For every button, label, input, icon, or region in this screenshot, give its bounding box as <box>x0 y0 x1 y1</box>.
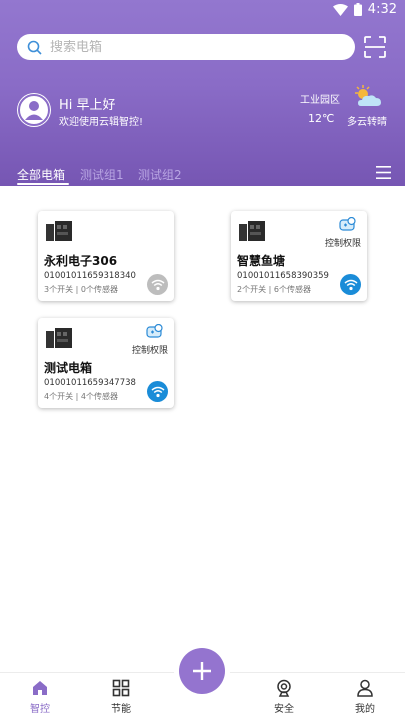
tab-test-group-2[interactable]: 测试组2 <box>138 166 182 183</box>
wifi-online-icon <box>340 274 361 295</box>
wifi-online-icon <box>147 381 168 402</box>
scan-icon[interactable] <box>363 35 387 59</box>
search-input[interactable] <box>50 39 310 55</box>
menu-icon[interactable] <box>376 166 391 179</box>
nav-item-energy[interactable]: 节能 <box>96 679 146 715</box>
device-name: 智慧鱼塘 <box>237 254 286 268</box>
greeting-text: Hi 早上好 <box>59 98 116 113</box>
grid-icon <box>112 679 130 697</box>
device-meta: 4个开关 | 4个传感器 <box>44 392 118 401</box>
nav-item-security[interactable]: 安全 <box>259 679 309 715</box>
nav-item-profile[interactable]: 我的 <box>340 679 390 715</box>
search-icon <box>27 40 42 55</box>
header-banner: 4:32 Hi 早上好 欢迎使用云辑智控! 工业园区 12℃ 多云转晴 全部电箱… <box>0 0 405 186</box>
user-icon <box>357 679 373 697</box>
search-bar[interactable] <box>17 34 355 60</box>
camera-icon <box>277 679 291 697</box>
nav-item-smart-control[interactable]: 智控 <box>15 679 65 715</box>
device-meta: 3个开关 | 0个传感器 <box>44 285 118 294</box>
permission-label: 控制权限 <box>131 346 168 356</box>
welcome-text: 欢迎使用云辑智控! <box>59 117 144 128</box>
device-name: 测试电箱 <box>44 361 93 375</box>
tab-all[interactable]: 全部电箱 <box>17 166 65 183</box>
temperature: 12℃ <box>308 112 335 125</box>
weather-condition: 多云转晴 <box>347 117 387 128</box>
nav-label: 安全 <box>274 704 294 715</box>
device-card[interactable]: 控制权限 测试电箱 010010116593477​38 4个开关 | 4个传感… <box>38 318 174 408</box>
permission-label: 控制权限 <box>324 239 361 249</box>
device-card[interactable]: 永利电子306 010010116593183​40 3个开关 | 0个传感器 <box>38 211 174 301</box>
permission-icon <box>339 217 356 231</box>
partly-cloudy-icon <box>355 85 381 106</box>
status-bar: 4:32 <box>0 0 405 22</box>
electric-box-icon <box>239 221 265 241</box>
plus-icon <box>193 662 211 680</box>
device-meta: 2个开关 | 6个传感器 <box>237 285 311 294</box>
electric-box-icon <box>46 221 72 241</box>
home-icon <box>33 681 47 695</box>
weather-location: 工业园区 <box>300 95 340 106</box>
add-device-button[interactable] <box>179 648 225 694</box>
nav-label: 节能 <box>111 704 131 715</box>
permission-icon <box>146 324 163 338</box>
device-card[interactable]: 控制权限 智慧鱼塘 010010116583903​59 2个开关 | 6个传感… <box>231 211 367 301</box>
nav-label: 我的 <box>355 704 375 715</box>
device-code: 010010116593183​40 <box>44 271 136 281</box>
wifi-icon <box>332 3 348 16</box>
tab-test-group-1[interactable]: 测试组1 <box>80 166 124 183</box>
active-tab-indicator <box>17 183 69 185</box>
battery-icon <box>353 3 362 16</box>
group-tabs: 全部电箱 测试组1 测试组2 <box>0 164 405 186</box>
electric-box-icon <box>46 328 72 348</box>
wifi-offline-icon <box>147 274 168 295</box>
status-time: 4:32 <box>367 2 397 17</box>
avatar[interactable] <box>17 93 51 127</box>
device-code: 010010116583903​59 <box>237 271 329 281</box>
device-name: 永利电子306 <box>44 254 118 268</box>
nav-label: 智控 <box>30 704 50 715</box>
device-code: 010010116593477​38 <box>44 378 136 388</box>
user-avatar-icon <box>18 94 50 126</box>
